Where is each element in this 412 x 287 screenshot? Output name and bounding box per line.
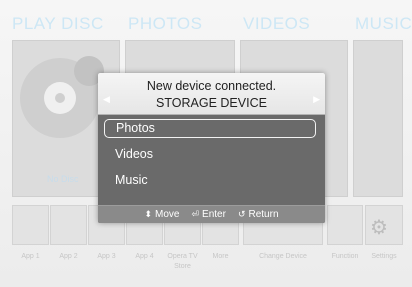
return-hint: ↺ Return [238,209,279,220]
app-tile-2[interactable] [50,205,87,245]
function-tile[interactable] [327,205,363,245]
home-screen: PLAY DISC PHOTOS VIDEOS MUSIC No Disc ⚙ … [0,0,412,287]
section-play-disc[interactable]: PLAY DISC [12,14,104,34]
app-label-settings: Settings [371,253,397,260]
app-label-4: App 4 [135,253,154,260]
app-label-more: More [212,253,229,260]
app-label-1: App 1 [21,253,40,260]
dialog-menu: Photos Videos Music [98,115,325,205]
section-photos[interactable]: PHOTOS [128,14,202,34]
app-label-3: App 3 [97,253,116,260]
menu-item-videos[interactable]: Videos [104,145,316,164]
enter-icon: ⏎ [191,209,200,219]
move-hint: ⬍ Move [144,209,179,220]
disc-hole-icon [55,93,65,103]
app-tile-1[interactable] [12,205,49,245]
move-label: Move [155,209,180,220]
section-music[interactable]: MUSIC [355,14,412,34]
dialog-header: New device connected. STORAGE DEVICE ◀ ▶ [98,73,325,115]
app-label-change-device: Change Device [259,253,307,260]
app-label-2: App 2 [59,253,78,260]
dialog-subtitle: STORAGE DEVICE [156,96,267,110]
app-label-function: Function [331,253,359,260]
no-disc-label: No Disc [47,174,79,184]
right-arrow-icon[interactable]: ▶ [313,94,320,105]
move-icon: ⬍ [144,209,153,219]
menu-item-photos[interactable]: Photos [104,119,316,138]
menu-item-music[interactable]: Music [104,171,316,190]
new-device-dialog: New device connected. STORAGE DEVICE ◀ ▶… [98,73,325,223]
enter-label: Enter [202,209,226,220]
enter-hint: ⏎ Enter [191,209,225,220]
settings-gear-icon: ⚙ [370,217,388,239]
section-videos[interactable]: VIDEOS [243,14,310,34]
app-label-opera: Opera TV Store [167,253,198,270]
return-icon: ↺ [237,209,246,219]
left-arrow-icon[interactable]: ◀ [103,94,110,105]
dialog-title: New device connected. [146,79,277,93]
return-label: Return [248,209,279,220]
music-tile[interactable] [353,40,403,197]
dialog-footer: ⬍ Move ⏎ Enter ↺ Return [98,205,325,223]
